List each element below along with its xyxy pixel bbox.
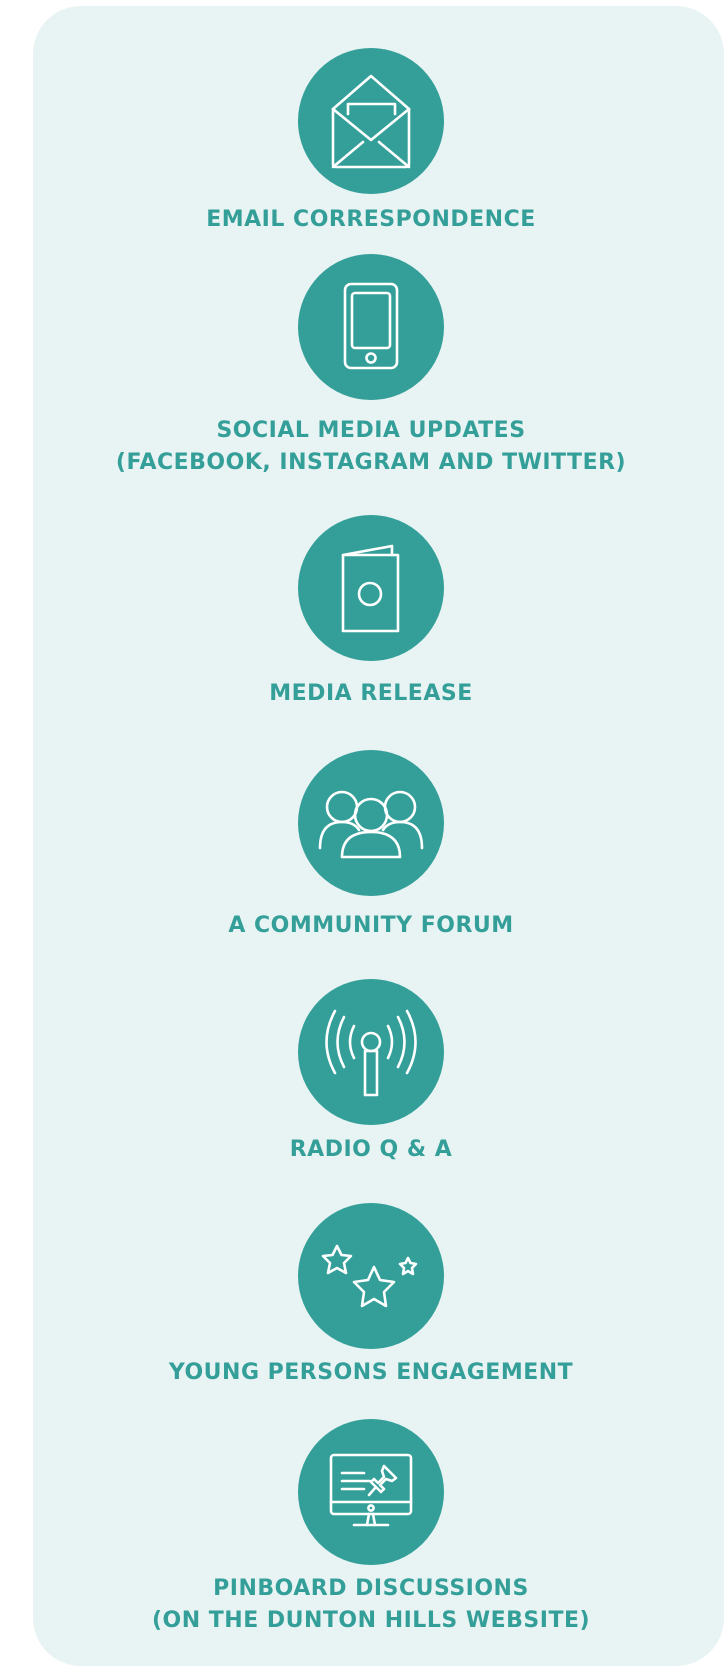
community-forum-label: A COMMUNITY FORUM <box>228 913 514 938</box>
email-correspondence-label: EMAIL CORRESPONDENCE <box>206 207 536 232</box>
pinboard-discussions-label: PINBOARD DISCUSSIONS (ON THE DUNTON HILL… <box>151 1576 591 1633</box>
media-release-label: MEDIA RELEASE <box>269 681 473 706</box>
monitor-pin-icon <box>298 1419 444 1565</box>
envelope-icon <box>298 48 444 194</box>
stars-icon <box>298 1203 444 1349</box>
smartphone-icon <box>298 254 444 400</box>
radio-qa-label: RADIO Q & A <box>289 1137 453 1162</box>
people-group-icon <box>298 750 444 896</box>
radio-antenna-icon <box>298 979 444 1125</box>
young-persons-engagement-label: YOUNG PERSONS ENGAGEMENT <box>168 1360 574 1385</box>
document-icon <box>298 515 444 661</box>
social-media-updates-label: SOCIAL MEDIA UPDATES (FACEBOOK, INSTAGRA… <box>115 418 627 475</box>
